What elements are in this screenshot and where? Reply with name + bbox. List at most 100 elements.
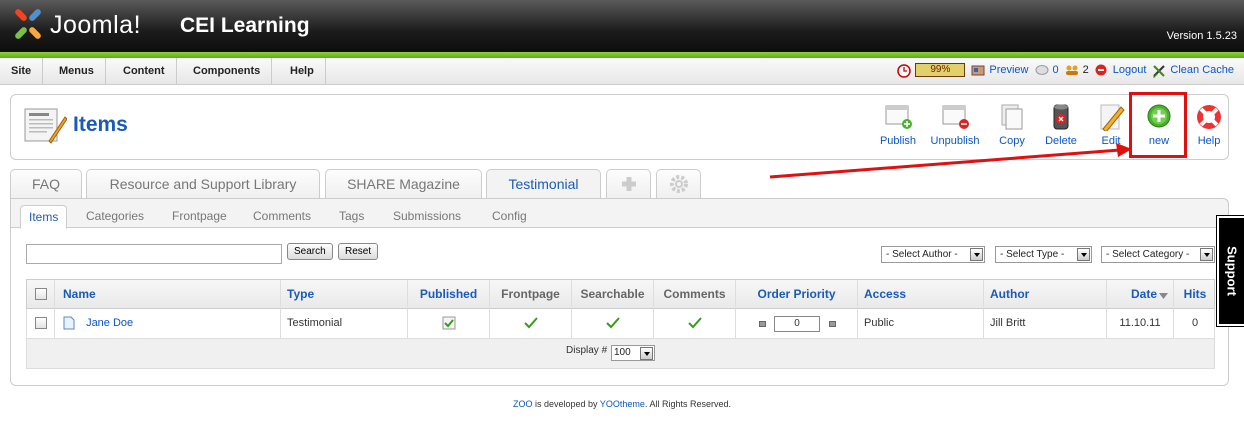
menu-help[interactable]: Help: [279, 58, 326, 84]
subtab-config[interactable]: Config: [484, 205, 535, 229]
chevron-down-icon: [640, 347, 653, 360]
lifebuoy-icon: [1193, 103, 1225, 131]
col-date-label: Date: [1130, 287, 1157, 301]
sort-down-icon: [1159, 293, 1168, 299]
tab-share-magazine[interactable]: SHARE Magazine: [325, 169, 482, 199]
publish-icon: [882, 103, 914, 131]
col-hits[interactable]: Hits: [1174, 280, 1216, 309]
reset-button[interactable]: Reset: [338, 243, 379, 260]
category-select[interactable]: - Select Category -: [1101, 246, 1215, 263]
row-checkbox[interactable]: [35, 317, 47, 329]
page-title: Items: [73, 113, 128, 136]
clock-icon: [897, 64, 912, 78]
subtab-categories[interactable]: Categories: [78, 205, 152, 229]
row-name-link[interactable]: Jane Doe: [86, 317, 133, 329]
pencil-icon: [1095, 103, 1127, 133]
tab-faq[interactable]: FAQ: [10, 169, 82, 199]
subtab-tags[interactable]: Tags: [331, 205, 372, 229]
version-label: Version 1.5.23: [1166, 30, 1237, 42]
col-published[interactable]: Published: [408, 280, 490, 309]
display-count-label: Display #: [566, 345, 608, 356]
col-access[interactable]: Access: [858, 280, 984, 309]
col-date[interactable]: Date: [1107, 280, 1174, 309]
order-up-icon[interactable]: [829, 321, 836, 327]
published-icon: [442, 316, 455, 330]
row-frontpage-cell[interactable]: [490, 309, 572, 338]
table-footer: Display # 100: [26, 339, 1215, 369]
type-select[interactable]: - Select Type -: [995, 246, 1092, 263]
yootheme-link[interactable]: YOOtheme: [600, 399, 645, 409]
site-name: CEI Learning: [180, 14, 310, 37]
help-label: Help: [1197, 135, 1221, 147]
order-down-icon[interactable]: [759, 321, 766, 327]
copy-button[interactable]: Copy: [984, 103, 1040, 153]
publish-button[interactable]: Publish: [870, 103, 926, 153]
messages-count: 0: [1052, 64, 1059, 76]
footer-text: is developed by: [532, 399, 600, 409]
new-button-highlight: [1129, 92, 1187, 158]
chevron-down-icon: [1200, 248, 1213, 261]
menu-components[interactable]: Components: [182, 58, 273, 84]
type-select-value: - Select Type -: [1000, 249, 1065, 260]
help-button[interactable]: Help: [1181, 103, 1237, 153]
items-page-icon: [23, 105, 68, 145]
session-progress: 99%: [915, 63, 966, 77]
row-author: Jill Britt: [984, 309, 1107, 338]
subtab-items[interactable]: Items: [20, 205, 68, 229]
search-input[interactable]: [26, 244, 282, 264]
copy-label: Copy: [999, 135, 1025, 147]
col-frontpage: Frontpage: [490, 280, 572, 309]
author-select-value: - Select Author -: [886, 249, 958, 260]
logout-icon: [1095, 64, 1109, 76]
subtab-frontpage[interactable]: Frontpage: [164, 205, 235, 229]
search-button[interactable]: Search: [287, 243, 333, 260]
row-comments-cell[interactable]: [654, 309, 736, 338]
table-header-row: Name Type Published Frontpage Searchable…: [26, 279, 1215, 309]
trash-icon: [1045, 103, 1077, 131]
broom-icon: [1152, 64, 1166, 78]
users-status[interactable]: 2: [1065, 64, 1089, 76]
menu-menus[interactable]: Menus: [48, 58, 106, 84]
preview-label: Preview: [989, 64, 1029, 76]
col-comments: Comments: [654, 280, 736, 309]
display-count-select[interactable]: 100: [611, 345, 655, 361]
tab-resource-library[interactable]: Resource and Support Library: [86, 169, 320, 199]
col-name[interactable]: Name: [55, 280, 281, 309]
add-app-tab[interactable]: [606, 169, 651, 199]
messages-status[interactable]: 0: [1035, 64, 1059, 76]
checkmark-icon: [605, 317, 620, 329]
chevron-down-icon: [1077, 248, 1090, 261]
logout-link[interactable]: Logout: [1095, 64, 1146, 76]
delete-button[interactable]: Delete: [1033, 103, 1089, 153]
app-settings-tab[interactable]: [656, 169, 701, 199]
row-hits: 0: [1191, 317, 1199, 329]
chevron-down-icon: [970, 248, 983, 261]
support-tab[interactable]: Support: [1216, 215, 1244, 327]
publish-label: Publish: [879, 135, 917, 147]
tab-testimonial[interactable]: Testimonial: [486, 169, 601, 200]
preview-link[interactable]: Preview: [971, 64, 1029, 76]
clean-cache-link[interactable]: Clean Cache: [1152, 64, 1234, 78]
category-select-value: - Select Category -: [1106, 249, 1190, 260]
messages-icon: [1035, 64, 1049, 76]
footer-rights: . All Rights Reserved.: [644, 399, 731, 409]
unpublish-button[interactable]: Unpublish: [927, 103, 983, 153]
row-checkbox-cell: [27, 309, 55, 338]
joomla-logo-icon: [12, 7, 46, 42]
col-author[interactable]: Author: [984, 280, 1107, 309]
menu-content[interactable]: Content: [112, 58, 177, 84]
plus-icon: [621, 177, 636, 191]
col-type[interactable]: Type: [281, 280, 408, 309]
select-all-checkbox[interactable]: [35, 288, 47, 300]
joomla-logo[interactable]: Joomla!: [12, 7, 141, 42]
row-searchable-cell[interactable]: [572, 309, 654, 338]
subtab-submissions[interactable]: Submissions: [385, 205, 469, 229]
subtab-comments[interactable]: Comments: [245, 205, 319, 229]
row-published-cell[interactable]: [408, 309, 490, 338]
unpublish-label: Unpublish: [930, 135, 980, 147]
col-order-priority[interactable]: Order Priority: [736, 280, 858, 309]
order-input[interactable]: 0: [774, 316, 820, 332]
zoo-link[interactable]: ZOO: [513, 399, 533, 409]
author-select[interactable]: - Select Author -: [881, 246, 985, 263]
menu-site[interactable]: Site: [0, 58, 44, 84]
